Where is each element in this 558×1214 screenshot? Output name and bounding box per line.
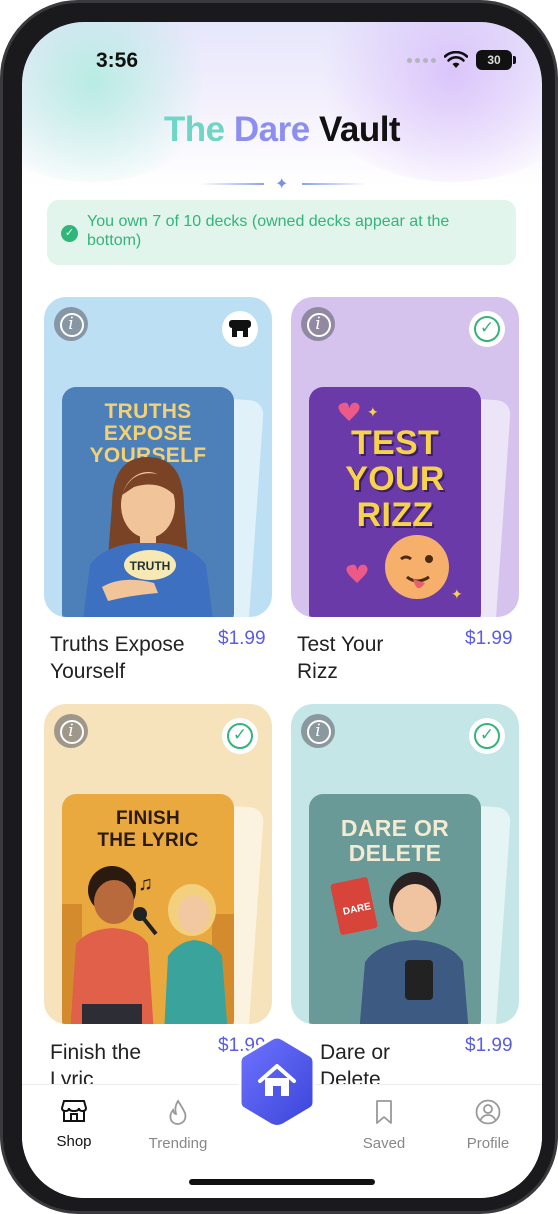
person-circle-icon bbox=[475, 1099, 501, 1125]
home-hexagon bbox=[238, 1035, 316, 1128]
owned-badge: ✓ bbox=[222, 718, 258, 754]
status-indicators: 30 bbox=[407, 50, 516, 70]
storefront-icon bbox=[229, 320, 251, 338]
app-screen: 3:56 30 The Dare Vault ✦ ✓ You own 7 of … bbox=[22, 22, 542, 1198]
tab-profile[interactable]: Profile bbox=[448, 1099, 528, 1152]
tab-shop[interactable]: Shop bbox=[34, 1099, 114, 1150]
gradient-aura-left bbox=[22, 22, 222, 182]
truth-badge-label: TRUTH bbox=[129, 559, 171, 573]
phone-frame: 3:56 30 The Dare Vault ✦ ✓ You own 7 of … bbox=[0, 0, 558, 1214]
deck-cover: TEST YOUR RIZZ ✦ ✦ bbox=[309, 387, 481, 617]
wifi-icon bbox=[444, 51, 468, 68]
shop-badge bbox=[222, 311, 258, 347]
deck-name: Truths Expose Yourself bbox=[50, 633, 185, 683]
home-indicator bbox=[189, 1179, 375, 1185]
battery-icon: 30 bbox=[476, 50, 516, 70]
tab-saved[interactable]: Saved bbox=[344, 1099, 424, 1152]
bookmark-icon bbox=[376, 1100, 392, 1124]
gradient-aura-right bbox=[302, 22, 542, 182]
deck-cover: DARE OR DELETE DARE bbox=[309, 794, 481, 1024]
deck-price[interactable]: $1.99 bbox=[465, 1035, 513, 1057]
storefront-icon bbox=[60, 1100, 88, 1122]
ownership-banner: ✓ You own 7 of 10 decks (owned decks app… bbox=[47, 200, 516, 265]
info-icon[interactable]: i bbox=[54, 307, 88, 341]
owned-badge: ✓ bbox=[469, 718, 505, 754]
status-time: 3:56 bbox=[96, 49, 139, 72]
title-vault: Vault bbox=[318, 110, 401, 149]
deck-card-dare-or-delete[interactable]: i ✓ DARE OR DELETE DARE bbox=[291, 704, 519, 1024]
svg-text:✦: ✦ bbox=[451, 586, 463, 602]
ownership-banner-text: You own 7 of 10 decks (owned decks appea… bbox=[87, 213, 450, 249]
checkmark-circle-icon: ✓ bbox=[61, 225, 78, 242]
info-icon[interactable]: i bbox=[54, 714, 88, 748]
deck-price[interactable]: $1.99 bbox=[218, 628, 266, 650]
checkmark-circle-icon: ✓ bbox=[474, 316, 500, 342]
person-holding-card-illustration bbox=[330, 872, 469, 1024]
cellular-signal-icon bbox=[407, 57, 436, 63]
tab-label: Trending bbox=[148, 1135, 208, 1152]
svg-text:✦: ✦ bbox=[367, 404, 379, 420]
info-icon[interactable]: i bbox=[301, 307, 335, 341]
deck-cover: TRUTHS EXPOSE YOURSELF TRUTH bbox=[62, 387, 234, 617]
checkmark-circle-icon: ✓ bbox=[474, 723, 500, 749]
battery-level: 30 bbox=[487, 53, 501, 67]
deck-cover: FINISH THE LYRIC ♪♫ bbox=[62, 794, 234, 1024]
page-title: The Dare Vault bbox=[22, 110, 542, 150]
title-divider: ✦ bbox=[200, 176, 366, 193]
flame-icon bbox=[169, 1099, 187, 1125]
info-icon[interactable]: i bbox=[301, 714, 335, 748]
owned-badge: ✓ bbox=[469, 311, 505, 347]
singing-people-illustration: ♪♫ bbox=[62, 866, 234, 1024]
home-button[interactable] bbox=[236, 1034, 318, 1130]
title-the: The bbox=[163, 110, 234, 149]
tab-trending[interactable]: Trending bbox=[138, 1099, 218, 1152]
sparkle-icon: ✦ bbox=[275, 176, 289, 193]
winking-emoji-illustration: ✦ ✦ bbox=[338, 402, 463, 602]
checkmark-circle-icon: ✓ bbox=[227, 723, 253, 749]
deck-card-truths-expose-yourself[interactable]: i TRUTHS EXPOSE YOURSELF TRUTH bbox=[44, 297, 272, 617]
deck-price[interactable]: $1.99 bbox=[465, 628, 513, 650]
deck-card-finish-the-lyric[interactable]: i ✓ FINISH THE LYRIC ♪♫ bbox=[44, 704, 272, 1024]
title-dare: Dare bbox=[233, 110, 319, 149]
person-illustration bbox=[83, 457, 213, 617]
deck-name: Test Your Rizz bbox=[297, 633, 384, 683]
tab-label: Shop bbox=[56, 1133, 92, 1150]
deck-card-test-your-rizz[interactable]: i ✓ TEST YOUR RIZZ ✦ ✦ bbox=[291, 297, 519, 617]
tab-label: Saved bbox=[362, 1135, 406, 1152]
tab-label: Profile bbox=[466, 1135, 510, 1152]
